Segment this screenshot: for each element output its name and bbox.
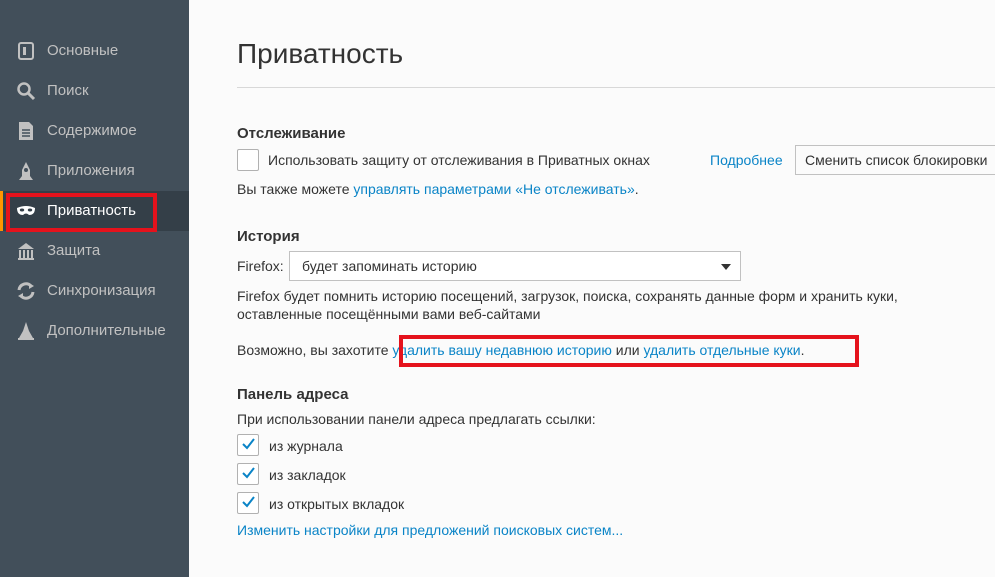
clear-recent-history-link[interactable]: удалить вашу недавнюю историю bbox=[392, 342, 611, 358]
suggest-bookmarks-label: из закладок bbox=[269, 467, 346, 483]
suggest-history-label: из журнала bbox=[269, 438, 343, 454]
manage-dnt-link[interactable]: управлять параметрами «Не отслеживать» bbox=[353, 181, 634, 197]
sidebar-item-security[interactable]: Защита bbox=[0, 231, 189, 271]
tracking-section-title: Отслеживание bbox=[237, 125, 346, 142]
suggest-open-tabs-label: из открытых вкладок bbox=[269, 496, 405, 512]
learn-more-link[interactable]: Подробнее bbox=[710, 152, 783, 168]
history-or-text: или bbox=[611, 342, 644, 358]
sidebar-item-label: Основные bbox=[47, 42, 119, 59]
dnt-line: Вы также можете управлять параметрами «Н… bbox=[237, 181, 639, 197]
sidebar-item-sync[interactable]: Синхронизация bbox=[0, 271, 189, 311]
suggest-history-checkbox[interactable] bbox=[237, 434, 259, 456]
sidebar-item-search[interactable]: Поиск bbox=[0, 71, 189, 111]
sidebar-item-label: Приватность bbox=[47, 202, 136, 219]
sidebar-item-general[interactable]: Основные bbox=[0, 31, 189, 71]
history-actions-line: Возможно, вы захотите удалить вашу недав… bbox=[237, 342, 805, 358]
security-icon bbox=[18, 243, 34, 260]
main-content: Приватность Отслеживание Использовать за… bbox=[189, 0, 995, 577]
sidebar-item-label: Защита bbox=[47, 242, 101, 259]
history-maybe-suffix: . bbox=[800, 342, 805, 358]
search-suggestions-settings-link[interactable]: Изменить настройки для предложений поиск… bbox=[237, 522, 623, 538]
history-description-line2: оставленные посещёнными вами веб-сайтами bbox=[237, 306, 541, 322]
title-divider bbox=[237, 87, 995, 88]
dnt-prefix: Вы также можете bbox=[237, 181, 354, 197]
sidebar-item-content[interactable]: Содержимое bbox=[0, 111, 189, 151]
sidebar-item-label: Дополнительные bbox=[47, 322, 166, 339]
sync-icon bbox=[17, 282, 35, 300]
sidebar: Основные Поиск Содержимое Приложения При… bbox=[0, 0, 189, 577]
tracking-protection-checkbox[interactable] bbox=[237, 149, 259, 171]
chevron-down-icon bbox=[721, 264, 731, 270]
history-mode-select[interactable]: будет запоминать историю bbox=[289, 251, 741, 281]
remove-cookies-link[interactable]: удалить отдельные куки bbox=[643, 342, 800, 358]
checkmark-icon bbox=[242, 467, 255, 479]
content-icon bbox=[19, 122, 33, 140]
history-maybe-prefix: Возможно, вы захотите bbox=[237, 342, 393, 358]
history-section-title: История bbox=[237, 228, 300, 245]
suggest-bookmarks-checkbox[interactable] bbox=[237, 463, 259, 485]
history-mode-value: будет запоминать историю bbox=[302, 258, 477, 274]
change-blocklist-button[interactable]: Сменить список блокировки bbox=[795, 145, 995, 175]
checkmark-icon bbox=[242, 438, 255, 450]
address-bar-section-title: Панель адреса bbox=[237, 386, 349, 403]
suggest-open-tabs-checkbox[interactable] bbox=[237, 492, 259, 514]
page-title: Приватность bbox=[237, 38, 404, 69]
applications-icon bbox=[19, 162, 33, 180]
privacy-mask-icon bbox=[17, 206, 35, 215]
history-description-line1: Firefox будет помнить историю посещений,… bbox=[237, 288, 898, 304]
tracking-protection-label: Использовать защиту от отслеживания в Пр… bbox=[268, 152, 650, 168]
sidebar-item-label: Поиск bbox=[47, 82, 89, 99]
search-icon bbox=[17, 82, 36, 101]
dnt-suffix: . bbox=[634, 181, 639, 197]
sidebar-item-privacy[interactable]: Приватность bbox=[0, 191, 189, 231]
sidebar-item-label: Синхронизация bbox=[47, 282, 156, 299]
firefox-label: Firefox: bbox=[237, 258, 284, 274]
checkmark-icon bbox=[242, 496, 255, 508]
address-bar-subtitle: При использовании панели адреса предлага… bbox=[237, 411, 596, 427]
sidebar-item-advanced[interactable]: Дополнительные bbox=[0, 311, 189, 351]
sidebar-item-label: Приложения bbox=[47, 162, 135, 179]
general-icon bbox=[18, 42, 34, 60]
sidebar-item-applications[interactable]: Приложения bbox=[0, 151, 189, 191]
sidebar-item-label: Содержимое bbox=[47, 122, 137, 139]
advanced-icon bbox=[18, 322, 34, 340]
